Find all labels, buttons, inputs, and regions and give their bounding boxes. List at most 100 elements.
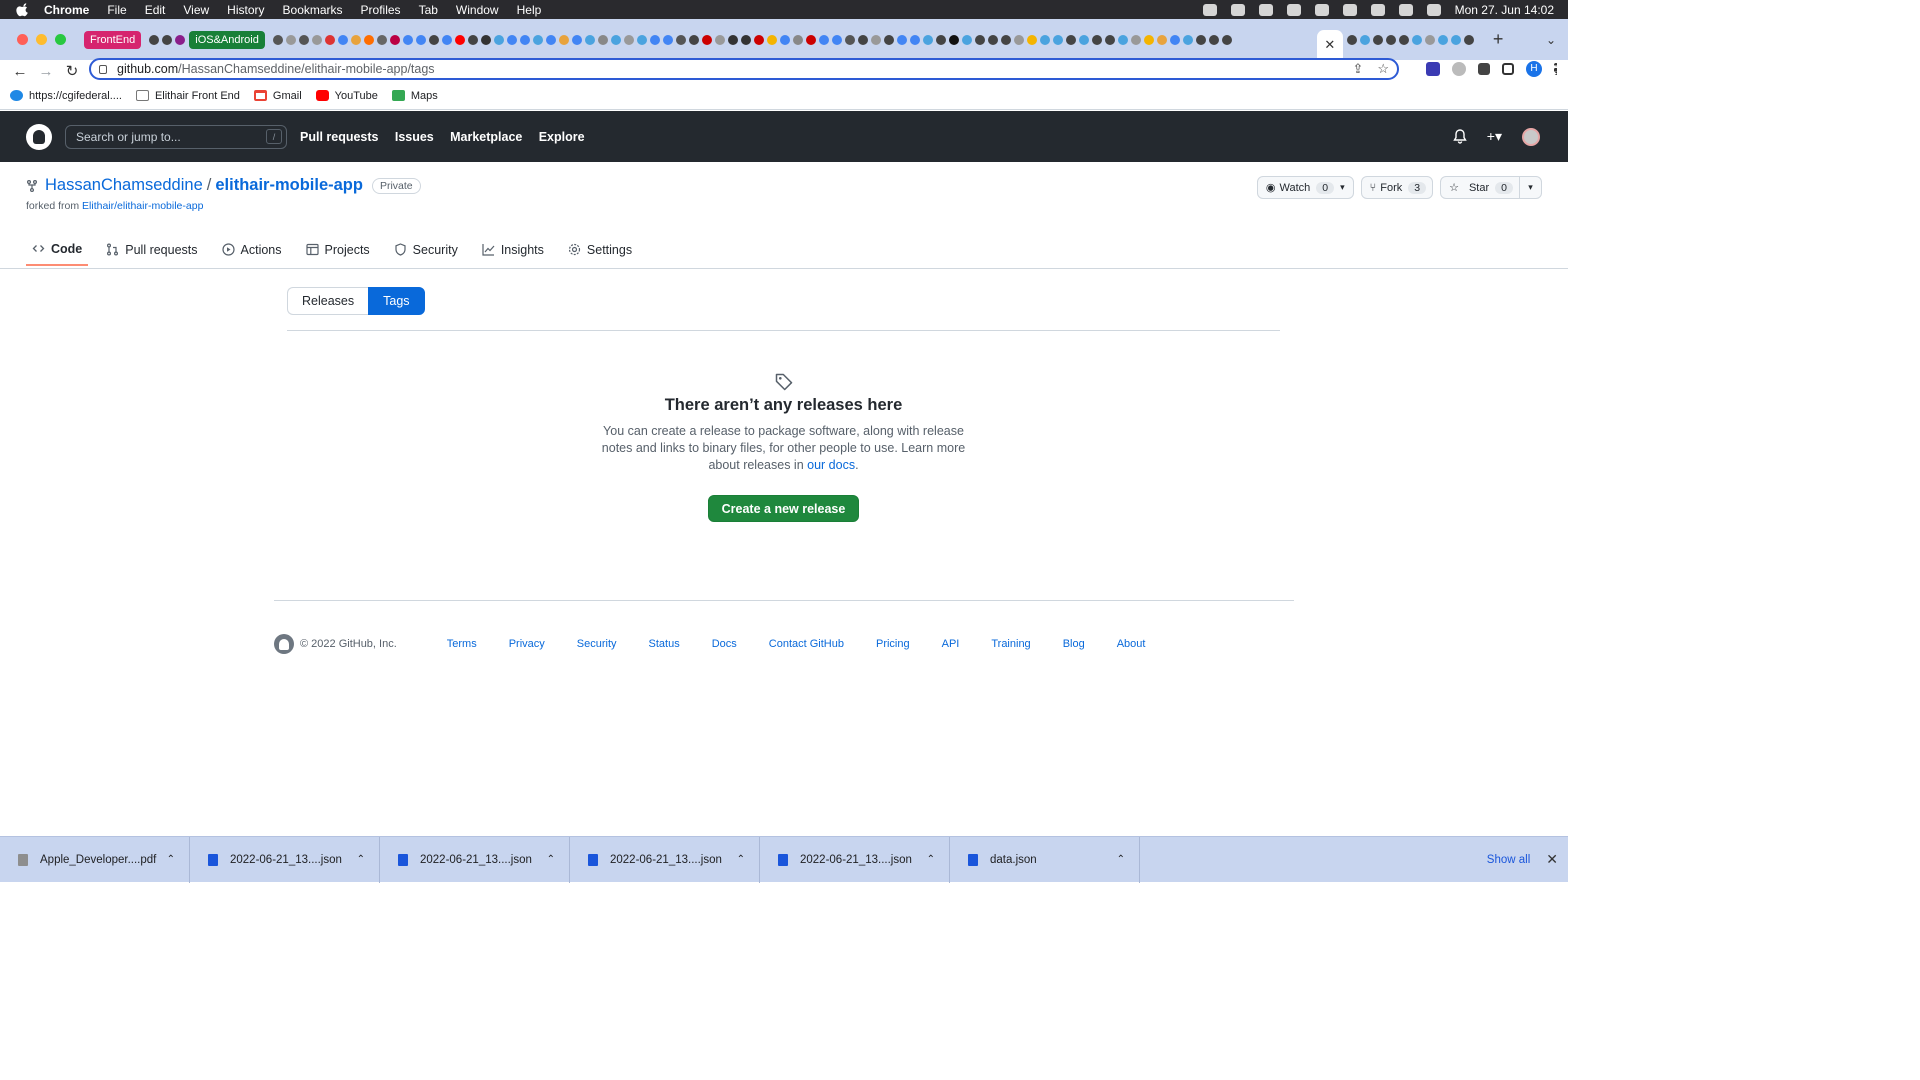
tab-icon[interactable] [1437,34,1448,45]
github-icon[interactable] [1346,34,1357,45]
tab-icon[interactable] [948,34,959,45]
github-icon[interactable] [1065,34,1076,45]
chevron-up-icon[interactable]: ⌃ [927,854,935,865]
apple-icon[interactable] [298,34,309,45]
extension-icon[interactable] [1452,62,1466,76]
status-app-icon[interactable] [1202,3,1217,16]
google-icon[interactable] [896,34,907,45]
bell-icon[interactable] [1453,129,1467,144]
tab-icon[interactable] [1130,34,1141,45]
tab-code[interactable]: Code [26,233,89,266]
airdrop-icon[interactable] [1230,3,1245,16]
docs-link[interactable]: our docs [807,458,855,472]
tab-group-ios-android[interactable]: iOS&Android [189,30,265,49]
nav-explore[interactable]: Explore [539,130,585,144]
play-icon[interactable] [1258,3,1273,16]
bookmark-maps[interactable]: Maps [391,90,438,102]
tab-icon[interactable] [389,34,400,45]
github-icon[interactable] [1463,34,1474,45]
google-icon[interactable] [545,34,556,45]
footer-link-status[interactable]: Status [649,638,680,650]
tab-icon[interactable] [636,34,647,45]
download-item[interactable]: 2022-06-21_13....json ⌃ [190,836,380,883]
reload-button[interactable]: ↻ [62,62,82,80]
spotlight-icon[interactable] [1370,3,1385,16]
bookmark-gmail[interactable]: Gmail [253,90,302,102]
tab-icon[interactable] [805,34,816,45]
siri-icon[interactable] [1426,3,1441,16]
google-icon[interactable] [415,34,426,45]
github-icon[interactable] [1208,34,1219,45]
github-icon[interactable] [1221,34,1232,45]
github-icon[interactable] [1000,34,1011,45]
tab-search-button[interactable]: ⌄ [1546,33,1556,47]
tab-icon[interactable] [792,34,803,45]
footer-link-privacy[interactable]: Privacy [509,638,545,650]
google-icon[interactable] [662,34,673,45]
tags-tab[interactable]: Tags [368,287,425,315]
github-icon[interactable] [935,34,946,45]
footer-link-api[interactable]: API [942,638,960,650]
google-icon[interactable] [649,34,660,45]
menu-history[interactable]: History [227,3,264,17]
menu-window[interactable]: Window [456,3,499,17]
star-list-dropdown[interactable]: ▾ [1519,177,1541,198]
tab-icon[interactable] [311,34,322,45]
repo-owner-link[interactable]: HassanChamseddine [45,176,203,195]
tab-icon[interactable] [1411,34,1422,45]
apple-icon[interactable] [272,34,283,45]
tab-icon[interactable] [493,34,504,45]
menu-bookmarks[interactable]: Bookmarks [283,3,343,17]
download-item[interactable]: 2022-06-21_13....json ⌃ [380,836,570,883]
tab-insights[interactable]: Insights [476,233,550,266]
tab-icon[interactable] [1117,34,1128,45]
github-icon[interactable] [883,34,894,45]
tab-icon[interactable] [597,34,608,45]
footer-link-pricing[interactable]: Pricing [876,638,910,650]
github-mark-icon[interactable] [274,634,294,654]
github-icon[interactable] [149,34,160,45]
footer-link-docs[interactable]: Docs [712,638,737,650]
tab-icon[interactable] [1359,34,1370,45]
menu-edit[interactable]: Edit [145,3,166,17]
tab-icon[interactable] [766,34,777,45]
lock-icon[interactable] [99,64,107,74]
menu-profiles[interactable]: Profiles [361,3,401,17]
github-icon[interactable] [974,34,985,45]
zoom-window-button[interactable] [55,34,66,45]
chevron-up-icon[interactable]: ⌃ [167,854,175,865]
chevron-up-icon[interactable]: ⌃ [547,854,555,865]
chevron-up-icon[interactable]: ⌃ [1117,854,1125,865]
tab-icon[interactable] [363,34,374,45]
menubar-clock[interactable]: Mon 27. Jun 14:02 [1455,3,1554,17]
github-icon[interactable] [987,34,998,45]
releases-tab[interactable]: Releases [287,287,369,315]
github-icon[interactable] [1372,34,1383,45]
new-tab-button[interactable]: + [1493,29,1504,50]
menu-tab[interactable]: Tab [419,3,438,17]
close-tab-icon[interactable]: ✕ [1324,37,1335,53]
back-button[interactable]: ← [10,63,30,80]
tab-icon[interactable] [480,34,491,45]
nav-issues[interactable]: Issues [395,130,434,144]
github-icon[interactable] [1091,34,1102,45]
google-icon[interactable] [831,34,842,45]
tab-settings[interactable]: Settings [562,233,638,266]
tab-icon[interactable] [1026,34,1037,45]
user-avatar[interactable] [1522,127,1540,146]
tab-security[interactable]: Security [388,233,464,266]
google-icon[interactable] [909,34,920,45]
github-icon[interactable] [1398,34,1409,45]
tab-projects[interactable]: Projects [300,233,376,266]
tab-icon[interactable] [1039,34,1050,45]
tab-icon[interactable] [961,34,972,45]
tab-icon[interactable] [1156,34,1167,45]
sidebar-icon[interactable] [1502,63,1514,75]
footer-link-security[interactable]: Security [577,638,617,650]
tab-icon[interactable] [675,34,686,45]
create-new-dropdown[interactable]: +▾ [1487,128,1502,145]
repo-name-link[interactable]: elithair-mobile-app [215,176,363,195]
xd-icon[interactable] [175,34,186,45]
close-icon[interactable]: ✕ [1546,851,1558,868]
create-release-button[interactable]: Create a new release [707,495,860,522]
